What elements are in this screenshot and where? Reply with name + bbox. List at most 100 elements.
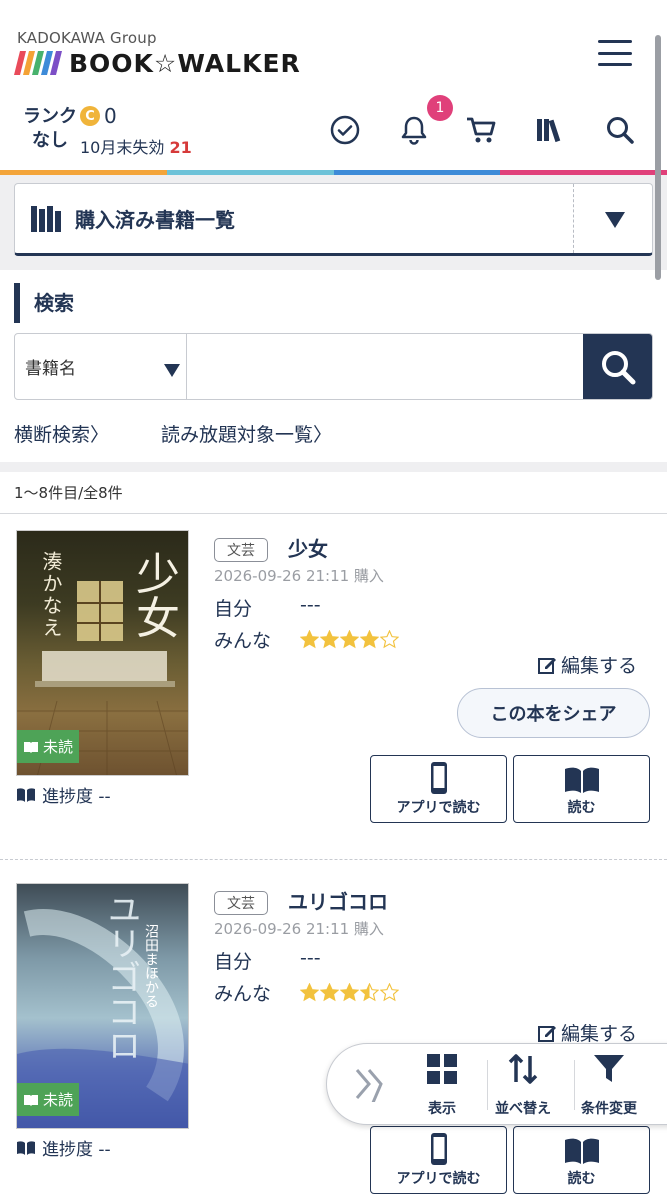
library-icon[interactable] <box>532 112 568 148</box>
edit-button[interactable]: 編集する <box>537 1019 637 1046</box>
filter-label: 条件変更 <box>581 1101 637 1117</box>
scrollbar[interactable] <box>655 35 661 280</box>
read-label: 読む <box>567 1171 596 1187</box>
book-icon <box>24 741 38 753</box>
star-icon <box>300 983 319 1002</box>
read-button[interactable]: 読む <box>513 755 650 823</box>
share-button[interactable]: この本をシェア <box>457 688 650 738</box>
search-select-value: 書籍名 <box>25 359 76 379</box>
book-title[interactable]: 少女 <box>288 533 328 562</box>
dropdown-separator <box>573 184 574 253</box>
search-submit-button[interactable] <box>583 334 652 399</box>
my-rating[interactable]: 自分 --- <box>214 947 321 974</box>
menu-icon <box>598 40 632 43</box>
star-icon <box>340 630 359 649</box>
floating-toolbar: 表示 並べ替え 条件変更 <box>326 1043 667 1125</box>
app-read-label: アプリで読む <box>396 1171 481 1187</box>
rank-status: ランク なし <box>17 105 83 153</box>
open-book-icon <box>564 767 599 793</box>
grid-icon <box>427 1054 457 1084</box>
cart-icon[interactable] <box>463 112 499 148</box>
check-circle-icon[interactable] <box>327 112 363 148</box>
item-divider <box>0 859 667 860</box>
progress-label: 進捗度 -- <box>42 1140 111 1160</box>
my-rating[interactable]: 自分 --- <box>214 594 321 621</box>
star-icon <box>380 630 399 649</box>
book-icon <box>24 1094 38 1106</box>
read-button[interactable]: 読む <box>513 1126 650 1194</box>
edit-button[interactable]: 編集する <box>537 651 637 678</box>
coin-expire: 10月末失効 21 <box>80 134 192 158</box>
caret-down-icon[interactable] <box>605 212 625 228</box>
search-icon[interactable] <box>602 112 638 148</box>
star-icon <box>320 630 339 649</box>
unread-label: 未読 <box>43 1091 74 1109</box>
purchase-date: 2026-09-26 21:11 購入 <box>214 920 384 938</box>
unread-badge: 未読 <box>17 730 80 763</box>
book-title[interactable]: ユリゴコロ <box>288 886 388 915</box>
open-book-icon <box>17 787 35 802</box>
genre-tag: 文芸 <box>214 538 268 562</box>
book-cover[interactable]: ユリゴコロ 沼田まほかる 未読 <box>16 883 189 1129</box>
smartphone-icon <box>430 1133 447 1165</box>
section-divider <box>0 462 667 472</box>
dropdown-label-wrap: 購入済み書籍一覧 <box>29 203 235 235</box>
caret-down-icon <box>164 364 180 377</box>
my-rating-label: 自分 <box>214 951 253 973</box>
smartphone-icon <box>430 762 447 794</box>
book-cover[interactable]: 湊かなえ 少女 未読 <box>16 530 189 776</box>
toolbar-separator <box>487 1060 488 1110</box>
app-read-label: アプリで読む <box>396 800 481 816</box>
everyone-rating-label: みんな <box>214 630 272 652</box>
coin-balance: C 0 <box>80 104 117 128</box>
logo-stripes <box>14 51 62 75</box>
cover-author: 湊かなえ <box>39 551 63 639</box>
edit-icon <box>538 657 556 674</box>
read-in-app-button[interactable]: アプリで読む <box>370 755 507 823</box>
star-icon <box>380 983 399 1002</box>
my-rating-value: --- <box>300 947 321 969</box>
coin-amount: 0 <box>104 104 117 128</box>
menu-button[interactable] <box>598 40 632 66</box>
cover-title: 少女 <box>128 551 179 639</box>
book-item: 湊かなえ 少女 未読 進捗度 -- 文芸 少女 2026-09-26 21:11… <box>0 514 667 864</box>
collapse-toolbar-button[interactable] <box>353 1064 387 1104</box>
search-links: 横断検索〉 読み放題対象一覧〉 <box>14 420 332 447</box>
search-input[interactable] <box>187 334 583 399</box>
bookshelf-icon <box>31 205 61 232</box>
edit-label: 編集する <box>561 1023 638 1045</box>
read-in-app-button[interactable]: アプリで読む <box>370 1126 507 1194</box>
sort-button[interactable]: 並べ替え <box>495 1052 551 1118</box>
toolbar-separator <box>574 1060 575 1110</box>
star-rating <box>300 979 399 1006</box>
library-dropdown[interactable]: 購入済み書籍一覧 <box>14 183 653 256</box>
filter-button[interactable]: 条件変更 <box>581 1052 637 1118</box>
bell-icon[interactable] <box>396 112 432 148</box>
everyone-rating: みんな <box>214 979 399 1006</box>
progress-label: 進捗度 -- <box>42 787 111 807</box>
logo-text: BOOK☆WALKER <box>69 48 301 78</box>
display-button[interactable]: 表示 <box>425 1052 459 1118</box>
edit-label: 編集する <box>561 655 638 677</box>
purchase-date: 2026-09-26 21:11 購入 <box>214 567 384 585</box>
expire-value: 21 <box>169 138 192 157</box>
reading-progress: 進捗度 -- <box>16 782 111 807</box>
rank-label: ランク <box>23 106 77 127</box>
unlimited-list-link[interactable]: 読み放題対象一覧〉 <box>161 420 332 447</box>
cover-title: ユリゴコロ <box>101 892 141 1062</box>
sort-label: 並べ替え <box>495 1101 551 1117</box>
my-rating-value: --- <box>300 594 321 616</box>
star-icon <box>300 630 319 649</box>
search-field-select[interactable]: 書籍名 <box>15 334 187 399</box>
read-label: 読む <box>567 800 596 816</box>
unread-label: 未読 <box>43 738 74 756</box>
genre-tag: 文芸 <box>214 891 268 915</box>
open-book-icon <box>17 1140 35 1155</box>
result-count: 1〜8件目/全8件 <box>14 484 123 502</box>
logo[interactable]: BOOK☆WALKER <box>14 48 301 78</box>
search-icon <box>601 350 635 384</box>
dropdown-label: 購入済み書籍一覧 <box>75 208 235 232</box>
cover-author: 沼田まほかる <box>143 924 159 1008</box>
reading-progress: 進捗度 -- <box>16 1135 111 1160</box>
cross-search-link[interactable]: 横断検索〉 <box>14 420 109 447</box>
